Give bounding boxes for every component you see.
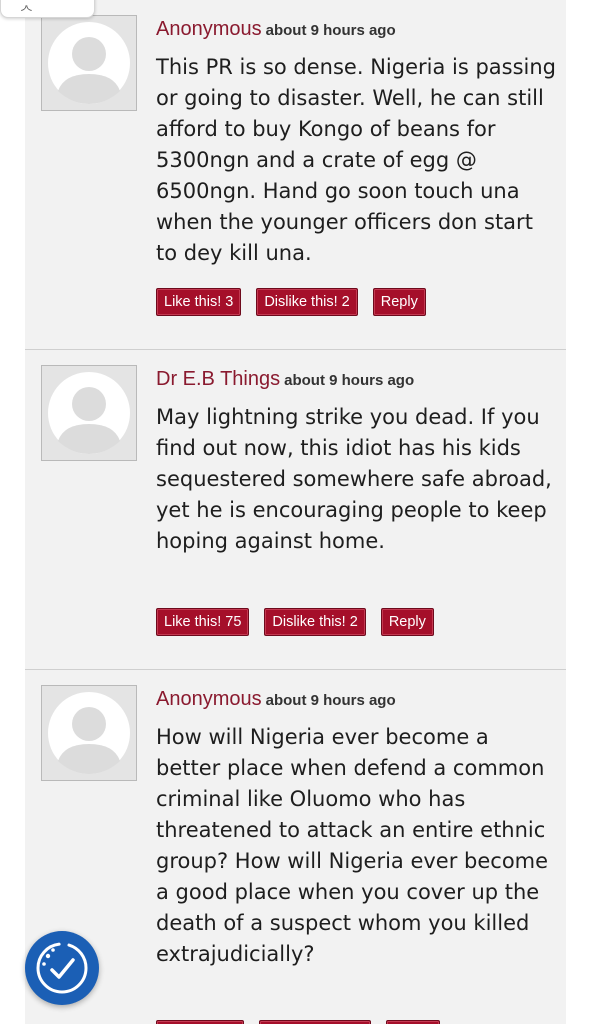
dislike-button[interactable]: Dislike this! 2 [256,288,358,316]
comment-text: May lightning strike you dead. If you fi… [156,405,552,553]
comment-meta: Anonymous about 9 hours ago [156,687,396,713]
reply-button[interactable]: Reply [372,288,426,316]
reply-button[interactable]: Reply [380,608,434,636]
comment-timestamp: about 9 hours ago [284,372,415,389]
comment-item: Anonymous about 9 hours ago This PR is so… [25,0,566,349]
page: ◞◟ Anonymous about 9 hours ago This PR is… [0,0,591,1024]
comment-actions: Like this! 3 Dislike this! 2 Reply [156,288,441,316]
comment-item: Anonymous about 9 hours ago How will Nige… [25,670,566,1024]
comment-text: This PR is so dense. Nigeria is passing … [156,55,557,265]
like-button[interactable]: Like this! 75 [156,608,250,636]
partial-control-icon: ◞◟ [21,0,32,12]
comment-timestamp: about 9 hours ago [265,692,396,709]
comment-timestamp: about 9 hours ago [265,22,396,39]
comment-author[interactable]: Anonymous [156,18,262,40]
like-button[interactable] [156,1020,244,1024]
comment-author[interactable]: Anonymous [156,688,262,710]
dislike-button[interactable]: Dislike this! 2 [264,608,366,636]
like-button[interactable]: Like this! 3 [156,288,242,316]
comment-text: How will Nigeria ever become a better pl… [156,725,549,966]
default-user-avatar-icon [41,685,137,781]
comment-author[interactable]: Dr E.B Things [156,368,280,390]
comment-actions: Like this! 75 Dislike this! 2 Reply [156,608,449,636]
comment-meta: Dr E.B Things about 9 hours ago [156,367,414,393]
accessibility-check-icon [36,942,88,994]
default-user-avatar-icon [41,365,137,461]
default-user-avatar-icon [41,15,137,111]
comment-thread: Anonymous about 9 hours ago This PR is so… [25,0,566,1024]
comment-actions [156,1020,455,1024]
top-partial-control[interactable]: ◞◟ [0,0,95,18]
comment-item: Dr E.B Things about 9 hours ago May light… [25,350,566,669]
comment-meta: Anonymous about 9 hours ago [156,17,396,43]
reply-button[interactable] [386,1020,440,1024]
accessibility-button[interactable] [25,931,99,1005]
dislike-button[interactable] [259,1020,371,1024]
